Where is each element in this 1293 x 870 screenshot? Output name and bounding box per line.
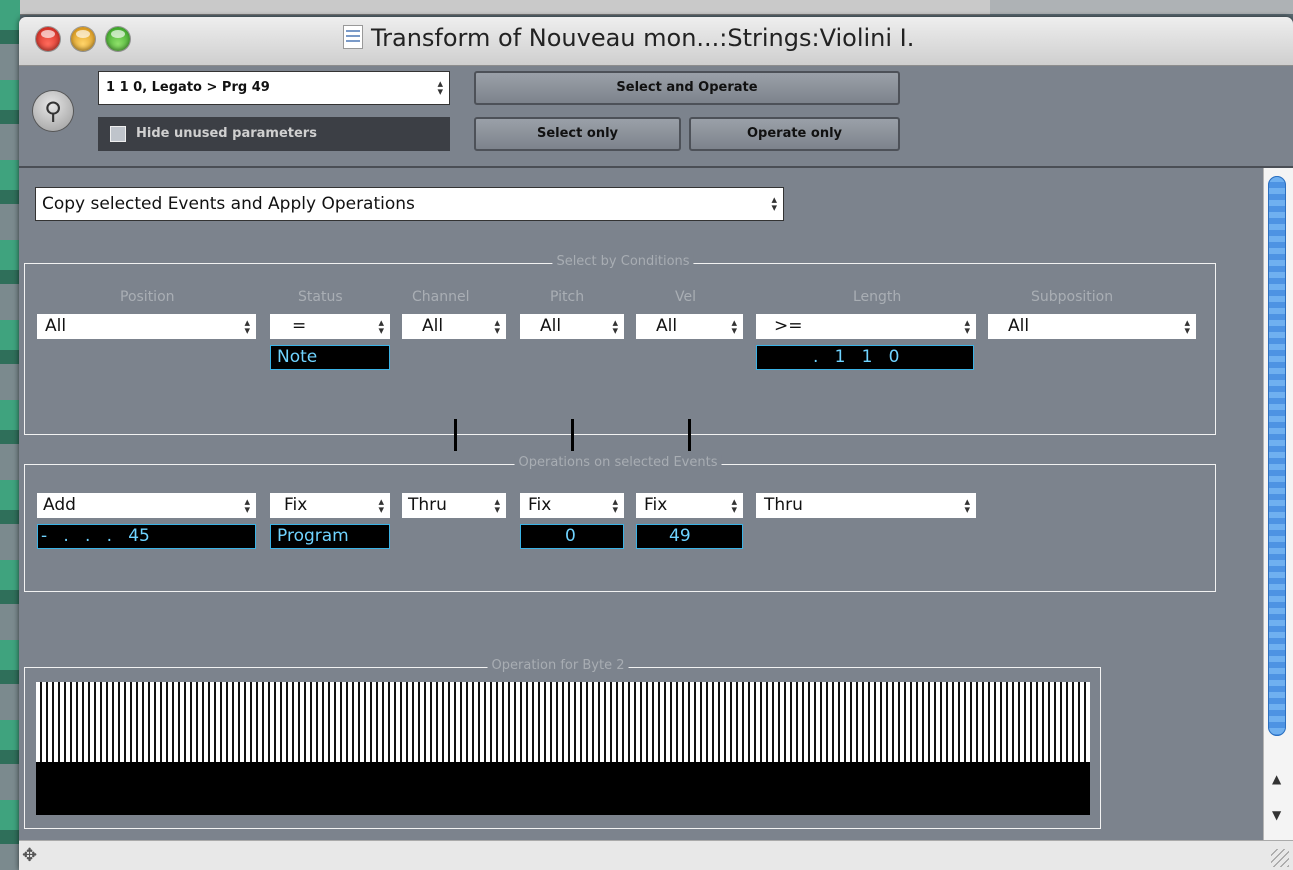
move-icon[interactable]: ✥ bbox=[22, 845, 37, 866]
updown-arrows-icon: ▴ ▾ bbox=[1184, 315, 1190, 337]
connector-tick bbox=[454, 419, 457, 451]
cond-length-value-field[interactable]: . 1 1 0 bbox=[756, 345, 974, 370]
byte2-title: Operation for Byte 2 bbox=[487, 658, 629, 673]
updown-arrows-icon: ▴ ▾ bbox=[244, 494, 250, 516]
updown-arrows-icon: ▴ ▾ bbox=[378, 494, 384, 516]
cond-subposition-select[interactable]: All ▴ ▾ bbox=[988, 314, 1196, 339]
cond-status-value: = bbox=[292, 316, 307, 336]
status-bar: ✥ bbox=[19, 840, 1293, 870]
mode-select[interactable]: Copy selected Events and Apply Operation… bbox=[35, 187, 784, 221]
select-and-operate-button[interactable]: Select and Operate bbox=[474, 71, 900, 105]
col-length: Length bbox=[853, 289, 902, 305]
cond-pitch-value: All bbox=[540, 316, 562, 336]
preset-select[interactable]: 1 1 0, Legato > Prg 49 ▴ ▾ bbox=[98, 71, 450, 105]
op-pitch-value: Fix bbox=[528, 495, 552, 515]
resize-grip-icon[interactable] bbox=[1271, 849, 1289, 867]
cond-position-value: All bbox=[45, 316, 67, 336]
updown-arrows-icon: ▴ ▾ bbox=[731, 494, 737, 516]
vertical-scrollbar[interactable]: ▲ ▼ bbox=[1263, 168, 1293, 840]
op-pitch-value-field[interactable]: 0 bbox=[520, 524, 624, 549]
byte2-group: Operation for Byte 2 bbox=[24, 658, 1101, 829]
op-status-value: Fix bbox=[284, 495, 308, 515]
select-only-button[interactable]: Select only bbox=[474, 117, 681, 151]
cond-subposition-value: All bbox=[1008, 316, 1030, 336]
col-status: Status bbox=[298, 289, 343, 305]
hide-unused-label: Hide unused parameters bbox=[136, 126, 317, 141]
op-position-value-field[interactable]: - . . . 45 bbox=[37, 524, 256, 549]
col-pitch: Pitch bbox=[550, 289, 585, 305]
cond-status-value-field[interactable]: Note bbox=[270, 345, 390, 370]
op-vel-select[interactable]: Fix ▴ ▾ bbox=[636, 493, 743, 518]
updown-arrows-icon: ▴ ▾ bbox=[612, 494, 618, 516]
operations-title: Operations on selected Events bbox=[514, 455, 722, 470]
preset-value: 1 1 0, Legato > Prg 49 bbox=[106, 80, 270, 95]
window-title: Transform of Nouveau mon...:Strings:Viol… bbox=[371, 24, 915, 52]
updown-arrows-icon: ▴ ▾ bbox=[612, 315, 618, 337]
col-channel: Channel bbox=[412, 289, 470, 305]
scroll-up-arrow-icon[interactable]: ▲ bbox=[1272, 772, 1281, 786]
op-position-select[interactable]: Add ▴ ▾ bbox=[37, 493, 256, 518]
cond-vel-select[interactable]: All ▴ ▾ bbox=[636, 314, 743, 339]
cond-position-select[interactable]: All ▴ ▾ bbox=[37, 314, 256, 339]
conditions-title: Select by Conditions bbox=[552, 254, 694, 269]
updown-arrows-icon: ▴ ▾ bbox=[494, 494, 500, 516]
op-vel-value-field[interactable]: 49 bbox=[636, 524, 743, 549]
hide-unused-checkbox[interactable]: Hide unused parameters bbox=[98, 117, 450, 151]
conditions-group: Select by Conditions Position Status Cha… bbox=[24, 254, 1216, 435]
close-button[interactable] bbox=[36, 27, 60, 51]
title-bar[interactable]: Transform of Nouveau mon...:Strings:Viol… bbox=[19, 17, 1293, 66]
col-vel: Vel bbox=[675, 289, 696, 305]
mode-value: Copy selected Events and Apply Operation… bbox=[42, 194, 415, 214]
cond-vel-value: All bbox=[656, 316, 678, 336]
cond-length-select[interactable]: >= ▴ ▾ bbox=[756, 314, 976, 339]
op-vel-value: Fix bbox=[644, 495, 668, 515]
connector-tick bbox=[688, 419, 691, 451]
operate-only-button[interactable]: Operate only bbox=[689, 117, 900, 151]
col-position: Position bbox=[120, 289, 175, 305]
updown-arrows-icon: ▴ ▾ bbox=[964, 315, 970, 337]
minimize-button[interactable] bbox=[71, 27, 95, 51]
op-channel-select[interactable]: Thru ▴ ▾ bbox=[402, 493, 506, 518]
byte2-map-bars bbox=[36, 682, 1090, 764]
updown-arrows-icon: ▴ ▾ bbox=[771, 193, 777, 214]
op-length-select[interactable]: Thru ▴ ▾ bbox=[756, 493, 976, 518]
updown-arrows-icon: ▴ ▾ bbox=[437, 77, 443, 98]
op-position-value: Add bbox=[43, 495, 76, 515]
content-area: Copy selected Events and Apply Operation… bbox=[19, 168, 1259, 838]
updown-arrows-icon: ▴ ▾ bbox=[378, 315, 384, 337]
cond-channel-select[interactable]: All ▴ ▾ bbox=[402, 314, 506, 339]
cond-length-value: >= bbox=[774, 316, 803, 336]
transform-logo-icon[interactable]: ⚲ bbox=[33, 91, 73, 131]
op-status-select[interactable]: Fix ▴ ▾ bbox=[270, 493, 390, 518]
transform-window: Transform of Nouveau mon...:Strings:Viol… bbox=[19, 17, 1293, 870]
op-pitch-select[interactable]: Fix ▴ ▾ bbox=[520, 493, 624, 518]
op-channel-value: Thru bbox=[408, 495, 447, 515]
document-icon bbox=[343, 25, 363, 49]
op-status-value-field[interactable]: Program bbox=[270, 524, 390, 549]
updown-arrows-icon: ▴ ▾ bbox=[494, 315, 500, 337]
background-app-header-right bbox=[990, 0, 1293, 14]
col-subposition: Subposition bbox=[1031, 289, 1114, 305]
background-app-header bbox=[20, 0, 990, 15]
updown-arrows-icon: ▴ ▾ bbox=[964, 494, 970, 516]
zoom-button[interactable] bbox=[106, 27, 130, 51]
operations-group: Operations on selected Events Add ▴ ▾ Fix… bbox=[24, 455, 1216, 592]
updown-arrows-icon: ▴ ▾ bbox=[244, 315, 250, 337]
op-length-value: Thru bbox=[764, 495, 803, 515]
connector-tick bbox=[571, 419, 574, 451]
cond-pitch-select[interactable]: All ▴ ▾ bbox=[520, 314, 624, 339]
updown-arrows-icon: ▴ ▾ bbox=[731, 315, 737, 337]
cond-channel-value: All bbox=[422, 316, 444, 336]
byte2-map-graph[interactable] bbox=[36, 682, 1090, 815]
cond-status-select[interactable]: = ▴ ▾ bbox=[270, 314, 390, 339]
toolbar: ⚲ 1 1 0, Legato > Prg 49 ▴ ▾ Hide unused … bbox=[19, 66, 1293, 168]
scroll-down-arrow-icon[interactable]: ▼ bbox=[1272, 808, 1281, 822]
checkbox-box[interactable] bbox=[110, 126, 126, 142]
background-app-strip bbox=[0, 0, 20, 870]
scroll-thumb[interactable] bbox=[1268, 176, 1286, 736]
